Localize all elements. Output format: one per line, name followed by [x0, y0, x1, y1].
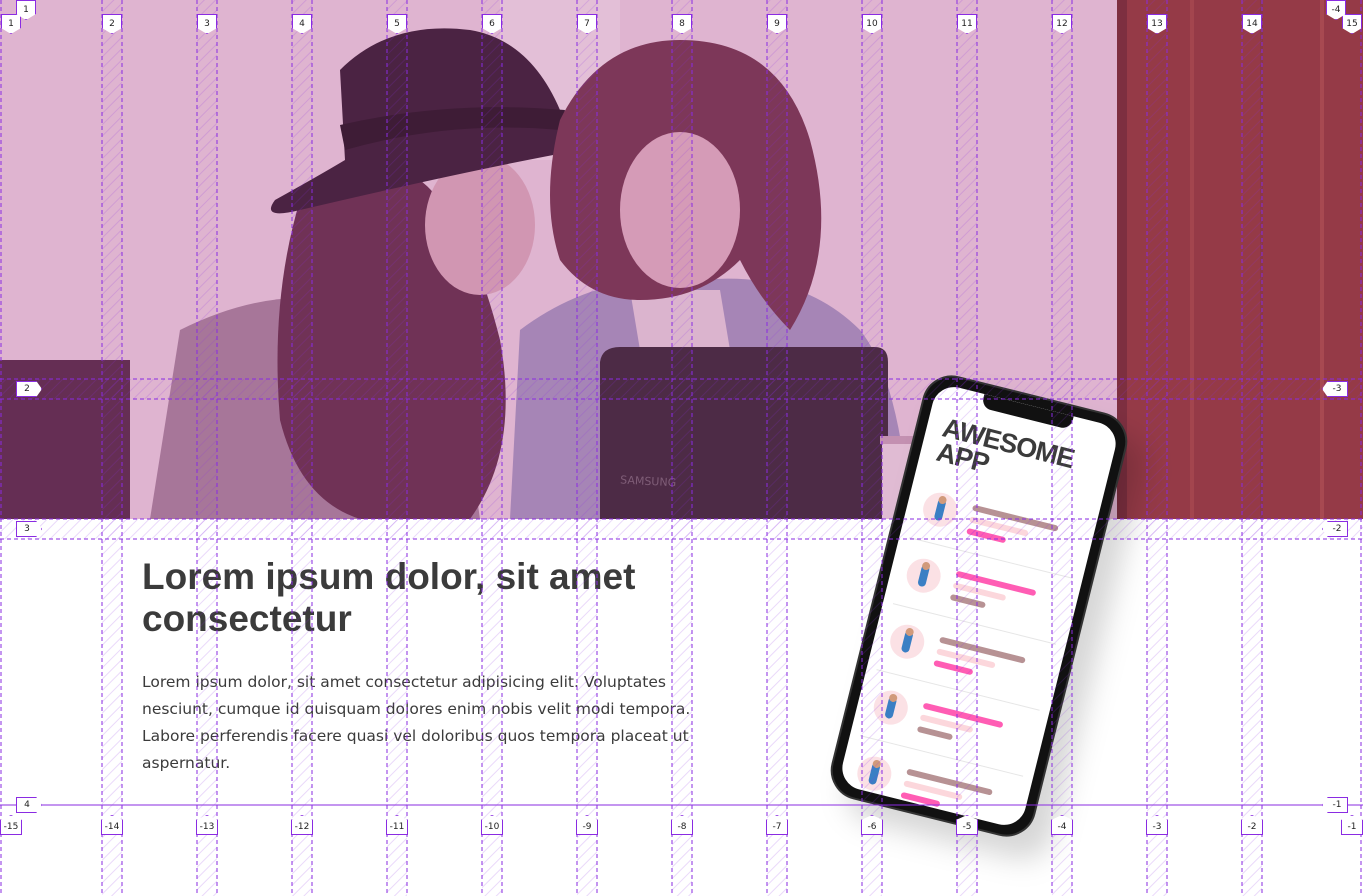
avatar-icon: [886, 621, 928, 663]
avatar-icon: [903, 555, 945, 597]
grid-track-label: -14: [101, 815, 123, 835]
grid-track-label: -3: [1146, 815, 1168, 835]
hero-image: SAMSUNG: [0, 0, 1363, 519]
grid-track-label: -8: [671, 815, 693, 835]
grid-track-label: -11: [386, 815, 408, 835]
grid-track-label: 4: [16, 797, 42, 813]
page-headline: Lorem ipsum dolor, sit amet consectetur: [142, 556, 636, 639]
grid-track-label: -1: [1322, 797, 1348, 813]
grid-track-label: -2: [1322, 521, 1348, 537]
grid-gap: [0, 519, 1363, 539]
avatar-icon: [919, 489, 961, 531]
grid-track-label: -12: [291, 815, 313, 835]
avatar-icon: [870, 687, 912, 729]
grid-track-label: -2: [1241, 815, 1263, 835]
grid-track-label: -10: [481, 815, 503, 835]
grid-track-label: -15: [0, 815, 22, 835]
hero-photo-illustration: SAMSUNG: [0, 0, 1363, 519]
avatar-icon: [853, 753, 895, 795]
grid-track-label: -7: [766, 815, 788, 835]
body-paragraph: Lorem ipsum dolor, sit amet consectetur …: [142, 673, 691, 772]
grid-track-label: -13: [196, 815, 218, 835]
grid-track-label: -1: [1341, 815, 1363, 835]
grid-track-label: 3: [16, 521, 42, 537]
grid-track-label: -9: [576, 815, 598, 835]
